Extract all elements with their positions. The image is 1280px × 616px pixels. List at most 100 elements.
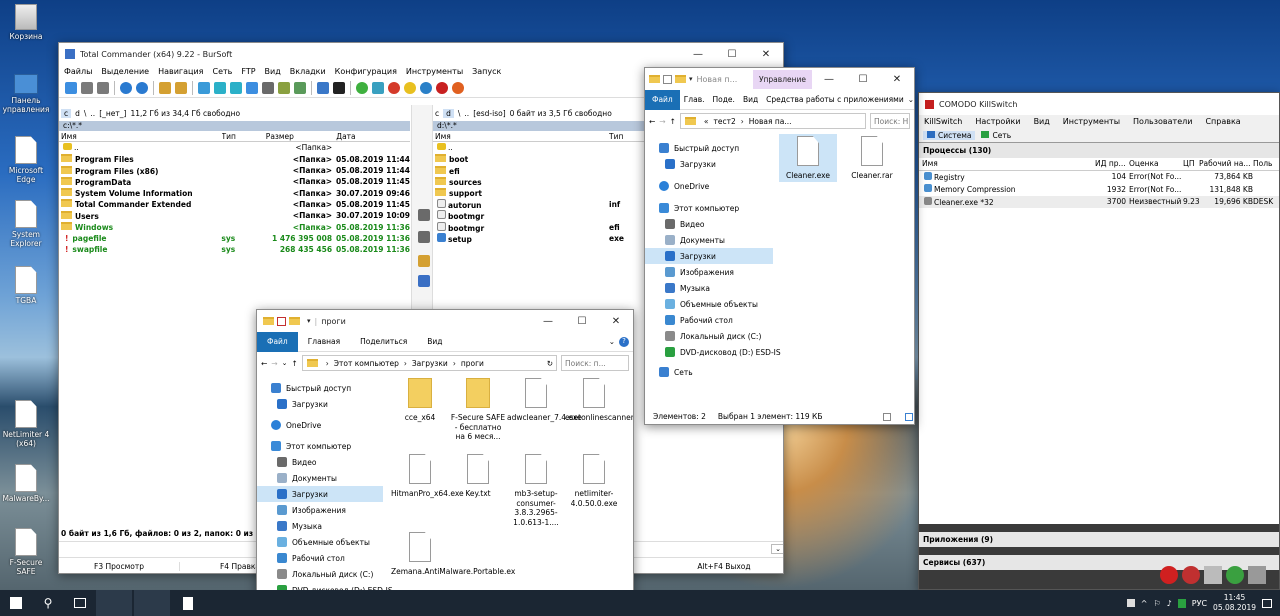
target-icon[interactable]	[388, 81, 400, 94]
reload-icon[interactable]	[372, 81, 384, 94]
green-circle-icon[interactable]	[356, 81, 368, 94]
drive-d-button[interactable]: d	[75, 109, 80, 118]
nav-music[interactable]: Музыка	[659, 280, 773, 296]
file-item[interactable]: adwcleaner_7.4.exe	[507, 378, 582, 423]
taskbar-notepad[interactable]	[170, 590, 206, 616]
tab-system[interactable]: Система	[923, 130, 976, 140]
new-folder-icon[interactable]	[289, 317, 300, 325]
nav-onedrive[interactable]: OneDrive	[659, 178, 773, 194]
tab-share[interactable]: Поделиться	[350, 332, 417, 352]
tiles-view-icon[interactable]	[905, 412, 913, 421]
nav-this-pc[interactable]: Этот компьютер	[659, 200, 773, 216]
recent-chevron-icon[interactable]: ⌄	[282, 359, 288, 367]
up-arrow-icon[interactable]: ↑	[291, 359, 297, 368]
col-user[interactable]: Поль	[1253, 159, 1273, 168]
maximize-button[interactable]: ☐	[565, 310, 599, 332]
table-row[interactable]: .. <Папка>	[59, 142, 410, 153]
tab-network[interactable]: Сеть	[981, 130, 1011, 140]
search-icon[interactable]	[418, 231, 430, 243]
ribbon-expand-icon[interactable]: ⌄	[908, 95, 914, 104]
up-button[interactable]: ..	[90, 109, 95, 118]
table-row[interactable]: Memory Compression 1932 Error(Not Fo... 131…	[919, 183, 1279, 196]
up-button[interactable]: ..	[464, 109, 469, 118]
crumb-test2[interactable]: тест2	[713, 117, 735, 126]
nav-pictures[interactable]: Изображения	[659, 264, 773, 280]
back-arrow-icon[interactable]: ←	[649, 117, 655, 126]
back-arrow-icon[interactable]: ←	[261, 359, 267, 368]
comodo-tray-icon[interactable]	[1160, 566, 1178, 584]
folder-item[interactable]: cce_x64	[391, 378, 449, 423]
task-view-button[interactable]	[64, 590, 96, 616]
nav-quick-access[interactable]: Быстрый доступ	[271, 380, 383, 396]
table-row[interactable]: Program Files (x86) <Папка> 05.08.2019 11:…	[59, 165, 410, 176]
nav-local-disk[interactable]: Локальный диск (C:)	[271, 566, 383, 582]
tab-view[interactable]: Вид	[417, 332, 452, 352]
file-item[interactable]: HitmanPro_x64.exe	[391, 454, 464, 499]
table-row[interactable]: Registry 104 Error(Not Fo... 73,864 KB	[919, 171, 1279, 184]
col-type[interactable]: Тип	[222, 132, 266, 141]
desktop-icon-tgba[interactable]: TGBA	[0, 266, 52, 305]
desktop-icon-fsecure[interactable]: F-Secure SAFE	[0, 528, 52, 576]
ks-menu-tools[interactable]: Инструменты	[1063, 117, 1120, 126]
file-item[interactable]: netlimiter-4.0.50.0.exe	[565, 454, 623, 508]
tc-menu-navigation[interactable]: Навигация	[158, 67, 203, 76]
minimize-button[interactable]: —	[812, 68, 846, 90]
language-indicator[interactable]: РУС	[1192, 599, 1207, 608]
close-button[interactable]: ✕	[749, 43, 783, 65]
notifications-icon[interactable]	[1262, 598, 1272, 608]
list-view-icon[interactable]	[97, 81, 109, 94]
minimize-button[interactable]: —	[681, 43, 715, 65]
tc-menu-run[interactable]: Запуск	[472, 67, 501, 76]
tab-view[interactable]: Вид	[739, 90, 762, 110]
col-name[interactable]: Имя	[919, 159, 1095, 168]
nav-desktop[interactable]: Рабочий стол	[659, 312, 773, 328]
taskbar-app-2[interactable]	[134, 590, 170, 616]
col-name[interactable]: Имя	[433, 132, 609, 141]
compare-icon[interactable]	[294, 81, 306, 94]
tab-file[interactable]: Файл	[257, 331, 298, 352]
shield-icon[interactable]	[1177, 598, 1186, 608]
volume-icon[interactable]: ♪	[1167, 599, 1172, 608]
exp1-breadcrumb[interactable]: › Этот компьютер › Загрузки › проги ↻	[301, 355, 557, 371]
desktop-icon-recycle-bin[interactable]: Корзина	[0, 4, 52, 41]
file-item[interactable]: Key.txt	[449, 454, 507, 499]
table-row[interactable]: Total Commander Extended <Папка> 05.08.201…	[59, 199, 410, 210]
col-rating[interactable]: Оценка	[1129, 159, 1183, 168]
close-button[interactable]: ✕	[880, 68, 914, 90]
table-row[interactable]: ProgramData <Папка> 05.08.2019 11:45	[59, 176, 410, 187]
refresh-icon[interactable]	[65, 81, 77, 94]
tc-menu-tabs[interactable]: Вкладки	[290, 67, 326, 76]
drive-d-button[interactable]: d	[443, 108, 454, 118]
minimize-button[interactable]: —	[531, 310, 565, 332]
ks-processes-header[interactable]: Процессы (130)	[919, 142, 1279, 158]
qat-chevron-icon[interactable]: ▾	[689, 75, 693, 83]
drive-c-button[interactable]: c	[61, 108, 72, 118]
sync-icon[interactable]	[198, 81, 210, 94]
root-button[interactable]: \	[458, 109, 461, 118]
cmd-icon[interactable]	[333, 81, 345, 94]
nav-downloads-pinned[interactable]: Загрузки	[659, 156, 773, 172]
tc-menu-view[interactable]: Вид	[265, 67, 281, 76]
ribbon-expand-icon[interactable]: ⌄	[609, 337, 615, 346]
nav-videos[interactable]: Видео	[659, 216, 773, 232]
crumb-progi[interactable]: проги	[461, 359, 484, 368]
table-row[interactable]: Users <Папка> 30.07.2019 10:09	[59, 210, 410, 221]
col-name[interactable]: Имя	[59, 132, 222, 141]
crumb-downloads[interactable]: Загрузки	[412, 359, 448, 368]
root-button[interactable]: \	[84, 109, 87, 118]
nav-quick-access[interactable]: Быстрый доступ	[659, 140, 773, 156]
ks-menu-help[interactable]: Справка	[1205, 117, 1240, 126]
folder-item[interactable]: F-Secure SAFE - бесплатно на 6 меся...	[449, 378, 507, 442]
ks-menu-settings[interactable]: Настройки	[975, 117, 1020, 126]
nav-3d-objects[interactable]: Объемные объекты	[271, 534, 383, 550]
maximize-button[interactable]: ☐	[846, 68, 880, 90]
nav-pictures[interactable]: Изображения	[271, 502, 383, 518]
ks-menu-view[interactable]: Вид	[1034, 117, 1050, 126]
up-arrow-icon[interactable]: ↑	[670, 117, 676, 126]
find-icon[interactable]	[262, 81, 274, 94]
file-item[interactable]: esetonlinescanner_rus.exe	[565, 378, 633, 423]
nav-documents[interactable]: Документы	[659, 232, 773, 248]
exp1-search-input[interactable]: Поиск: п...	[561, 355, 629, 371]
nav-downloads-pinned[interactable]: Загрузки	[271, 396, 383, 412]
desktop-icon-netlimiter[interactable]: NetLimiter 4 (x64)	[0, 400, 52, 448]
